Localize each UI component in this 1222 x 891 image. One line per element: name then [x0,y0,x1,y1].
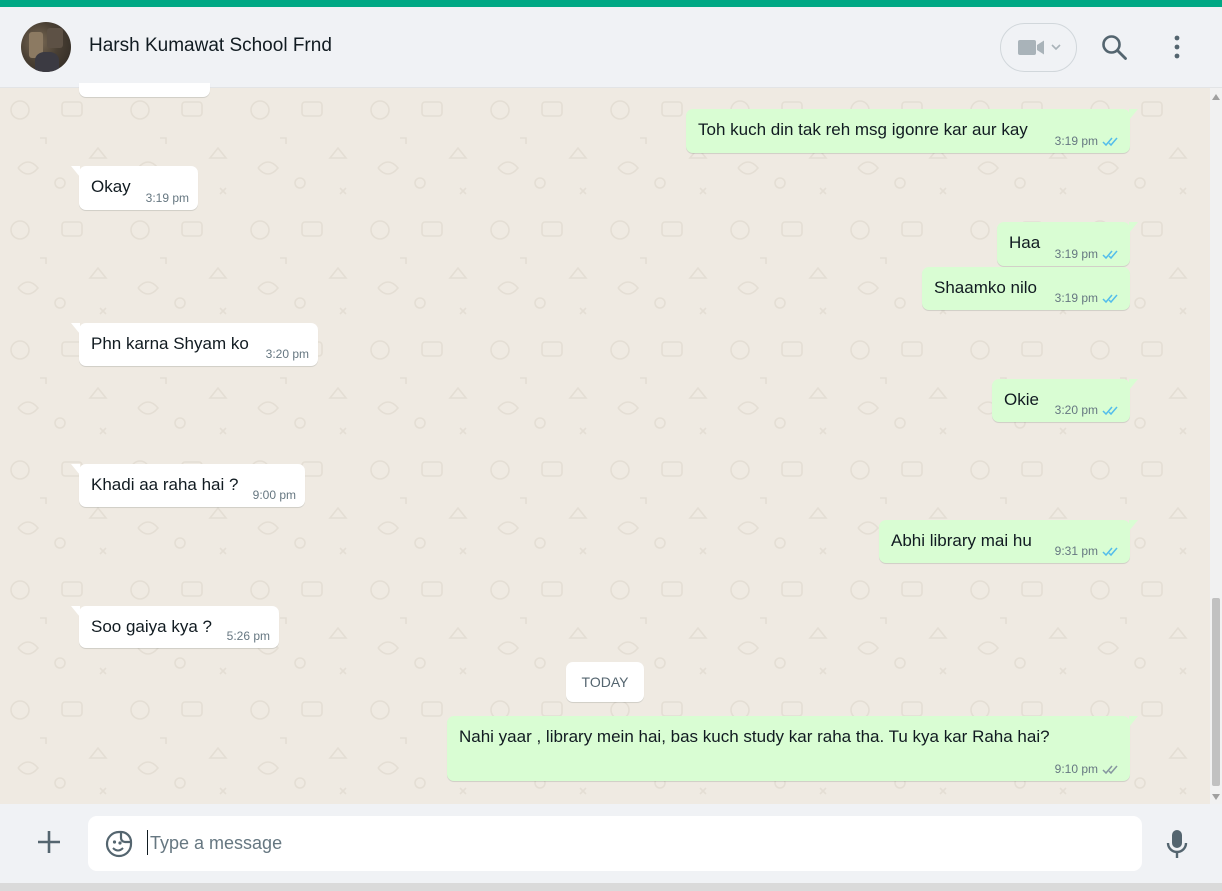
message-outgoing[interactable]: Haa 3:19 pm [997,222,1138,266]
window-bottom-edge [0,883,1222,891]
message-time: 3:20 pm [265,347,309,361]
message-time: 9:31 pm [1054,544,1098,558]
message-text: Khadi aa raha hai ? [91,475,239,494]
message-text: Phn karna Shyam ko [91,334,249,353]
chevron-down-icon [1051,44,1061,51]
message-time: 3:19 pm [1054,291,1098,305]
message-time: 9:10 pm [1054,762,1098,776]
message-time: 3:19 pm [1054,247,1098,261]
message-incoming[interactable]: Okay 3:19 pm [71,166,198,210]
message-text: Okay [91,177,131,196]
message-time: 3:19 pm [1054,134,1098,148]
message-outgoing[interactable]: Abhi library mai hu 9:31 pm [879,520,1138,563]
message-incoming[interactable]: Phn karna Shyam ko 3:20 pm [71,323,318,366]
video-call-button[interactable] [1000,23,1077,72]
message-time: 3:20 pm [1054,403,1098,417]
read-receipt-icon [1102,547,1118,556]
top-accent-strip [0,0,1222,7]
video-camera-icon [1018,40,1044,55]
scroll-up-arrow-icon[interactable] [1212,94,1220,100]
date-divider: TODAY [566,662,644,702]
message-time: 3:19 pm [145,191,189,205]
read-receipt-icon [1102,406,1118,415]
read-receipt-icon [1102,137,1118,146]
message-text: Okie [1004,390,1039,409]
message-outgoing[interactable]: Nahi yaar , library mein hai, bas kuch s… [447,716,1138,781]
message-text: Haa [1009,233,1041,252]
message-outgoing[interactable]: Toh kuch din tak reh msg igonre kar aur … [686,109,1138,153]
attach-plus-icon[interactable] [37,830,61,854]
message-incoming[interactable]: Soo gaiya kya ? 5:26 pm [71,606,279,648]
message-text: Soo gaiya kya ? [91,617,212,636]
text-caret [147,830,148,855]
sticker-emoji-icon[interactable] [105,830,133,858]
message-incoming[interactable]: Khadi aa raha hai ? 9:00 pm [71,464,305,507]
message-input[interactable] [150,828,1130,859]
search-icon[interactable] [1101,34,1128,61]
contact-avatar[interactable] [21,22,71,72]
message-input-box[interactable] [88,816,1142,871]
chat-header: Harsh Kumawat School Frnd [0,7,1222,88]
message-text: Abhi library mai hu [891,531,1032,550]
scrollbar-thumb[interactable] [1212,598,1220,786]
read-receipt-icon [1102,294,1118,303]
contact-name[interactable]: Harsh Kumawat School Frnd [89,35,332,57]
message-text: Toh kuch din tak reh msg igonre kar aur … [698,120,1028,139]
message-time: 9:00 pm [252,488,296,502]
delivered-receipt-icon [1102,765,1118,774]
message-text: Nahi yaar , library mein hai, bas kuch s… [459,727,1050,746]
message-outgoing[interactable]: Shaamko nilo 3:19 pm [922,267,1130,310]
read-receipt-icon [1102,250,1118,259]
message-text: Shaamko nilo [934,278,1038,297]
message-time: 5:26 pm [226,629,270,643]
kebab-menu-icon[interactable] [1166,34,1188,60]
message-outgoing[interactable]: Okie 3:20 pm [992,379,1138,422]
scroll-down-arrow-icon[interactable] [1212,794,1220,800]
microphone-icon[interactable] [1165,829,1189,859]
partial-message-bubble [79,83,210,97]
